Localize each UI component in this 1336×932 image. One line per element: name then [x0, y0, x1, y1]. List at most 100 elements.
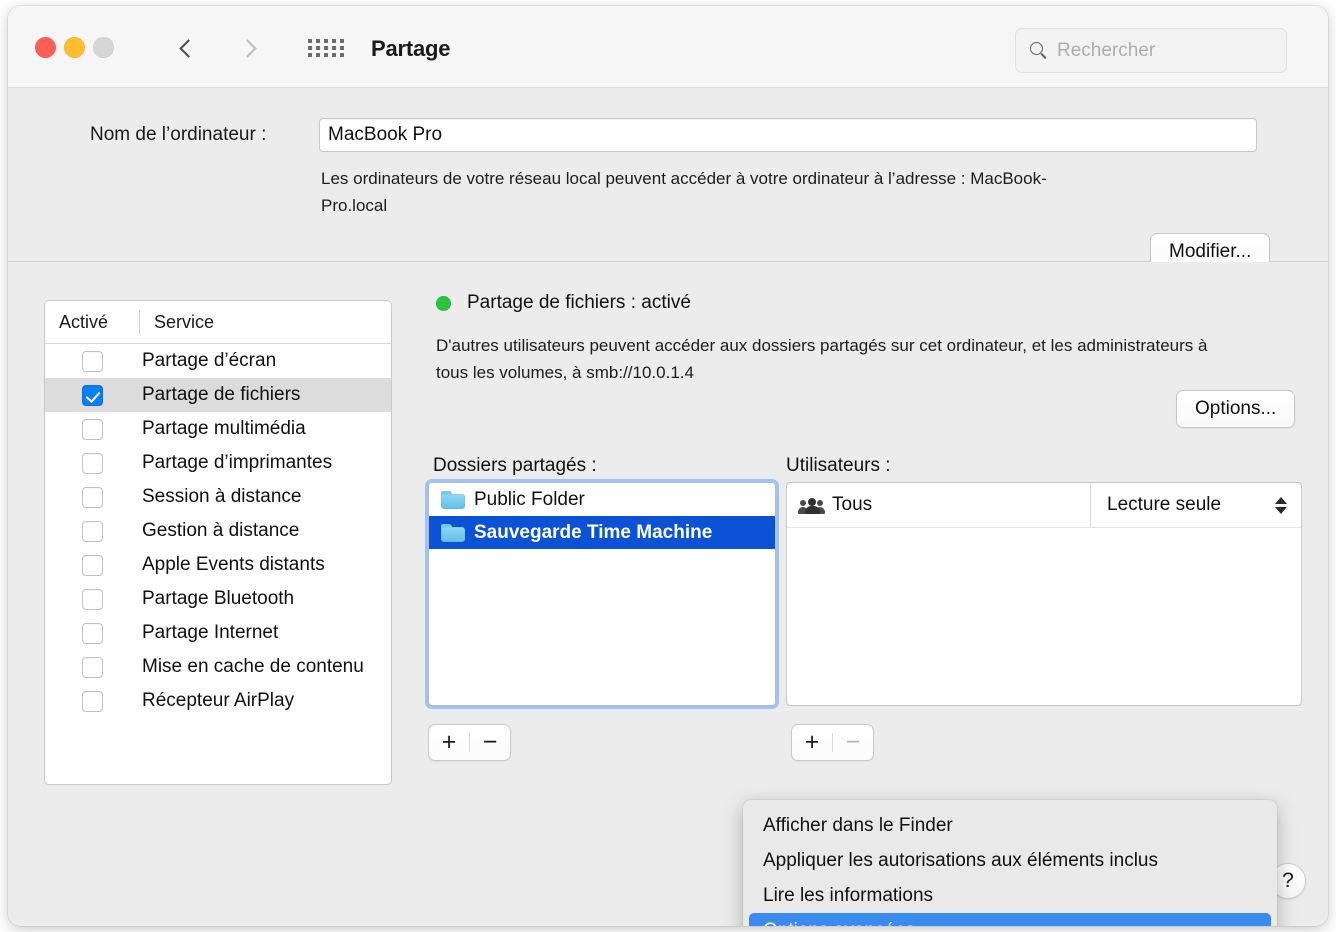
checkbox-icon[interactable] [81, 418, 103, 440]
service-row[interactable]: Partage Bluetooth [45, 582, 391, 616]
computer-name-label: Nom de l’ordinateur : [90, 124, 267, 145]
users-add-remove-group: + − [791, 724, 874, 761]
shared-folder-row[interactable]: Sauvegarde Time Machine [429, 516, 775, 549]
search-placeholder: Rechercher [1057, 39, 1156, 61]
minimize-button[interactable] [64, 37, 85, 58]
shared-folders-label: Dossiers partagés : [433, 455, 597, 476]
traffic-lights [35, 37, 114, 58]
service-name: Partage d’imprimantes [142, 452, 333, 473]
service-enabled-cell [45, 656, 139, 678]
service-description: D'autres utilisateurs peuvent accéder au… [436, 336, 1208, 382]
chevron-updown-icon [1275, 496, 1287, 514]
search-icon [1030, 42, 1047, 59]
user-permission-select[interactable]: Lecture seule [1091, 483, 1301, 527]
service-enabled-cell [45, 588, 139, 610]
service-name: Partage de fichiers [142, 384, 301, 405]
page-title: Partage [371, 36, 451, 61]
services-row-container: Partage d’écran Partage de fichiers Partag… [45, 344, 391, 718]
services-table: Activé Service Partage d’écran Partage de… [44, 300, 392, 785]
service-row[interactable]: Mise en cache de contenu [45, 650, 391, 684]
hostname-note: Les ordinateurs de votre réseau local pe… [321, 169, 1047, 215]
user-row-container: Tous Lecture seule [787, 483, 1301, 528]
options-button[interactable]: Options... [1176, 390, 1296, 428]
service-name: Session à distance [142, 486, 302, 507]
service-enabled-cell [45, 622, 139, 644]
computer-name-value: MacBook Pro [328, 124, 443, 145]
service-enabled-cell [45, 554, 139, 576]
service-name: Partage multimédia [142, 418, 306, 439]
service-row[interactable]: Gestion à distance [45, 514, 391, 548]
service-row[interactable]: Partage d’imprimantes [45, 446, 391, 480]
show-all-grid-icon[interactable] [307, 36, 345, 60]
service-name: Partage Bluetooth [142, 588, 295, 609]
checkbox-icon[interactable] [81, 350, 103, 372]
checkbox-icon[interactable] [81, 520, 103, 542]
back-button[interactable] [171, 28, 205, 68]
system-preferences-window: Partage Rechercher Nom de l’ordinateur :… [8, 6, 1328, 926]
checkbox-icon[interactable] [81, 656, 103, 678]
user-permission-value: Lecture seule [1107, 494, 1222, 515]
service-row[interactable]: Partage d’écran [45, 344, 391, 378]
status-badge: Partage de fichiers : activé [467, 292, 691, 313]
folders-add-remove-group: + − [428, 724, 511, 761]
user-name: Tous [832, 494, 873, 515]
search-field[interactable]: Rechercher [1015, 28, 1287, 73]
column-header-service: Service [154, 311, 215, 332]
user-name-cell: Tous [787, 483, 1091, 527]
service-row[interactable]: Récepteur AirPlay [45, 684, 391, 718]
context-menu: Afficher dans le Finder Appliquer les aut… [743, 800, 1277, 926]
sharing-main-area: Activé Service Partage d’écran Partage de… [8, 262, 1328, 926]
service-row[interactable]: Partage Internet [45, 616, 391, 650]
shared-folders-list[interactable]: Public Folder Sauvegarde Time Machine [425, 479, 779, 709]
context-menu-item[interactable]: Afficher dans le Finder [749, 808, 1271, 843]
user-row[interactable]: Tous Lecture seule [787, 483, 1301, 528]
service-row[interactable]: Apple Events distants [45, 548, 391, 582]
service-enabled-cell [45, 418, 139, 440]
folder-icon [441, 490, 465, 509]
service-row[interactable]: Partage multimédia [45, 412, 391, 446]
service-name: Récepteur AirPlay [142, 690, 295, 711]
service-row[interactable]: Partage de fichiers [45, 378, 391, 412]
service-enabled-cell [45, 520, 139, 542]
context-menu-item[interactable]: Lire les informations [749, 878, 1271, 913]
folder-row-container: Public Folder Sauvegarde Time Machine [429, 483, 775, 549]
checkbox-icon[interactable] [81, 452, 103, 474]
users-label: Utilisateurs : [786, 455, 891, 476]
service-name: Partage Internet [142, 622, 279, 643]
checkbox-icon[interactable] [81, 554, 103, 576]
checkbox-checked-icon[interactable] [81, 384, 103, 406]
add-user-button[interactable]: + [792, 725, 832, 760]
context-menu-items: Afficher dans le Finder Appliquer les aut… [749, 808, 1271, 926]
zoom-button[interactable] [93, 37, 114, 58]
users-list[interactable]: Tous Lecture seule [786, 482, 1302, 706]
service-enabled-cell [45, 350, 139, 372]
folder-icon [441, 523, 465, 542]
service-enabled-cell [45, 690, 139, 712]
add-folder-button[interactable]: + [429, 725, 469, 760]
service-name: Partage d’écran [142, 350, 277, 371]
forward-button[interactable] [230, 28, 264, 68]
chevron-left-icon [178, 38, 198, 58]
service-name: Mise en cache de contenu [142, 656, 364, 677]
context-menu-item[interactable]: Options avancées... [749, 913, 1271, 926]
service-status: Partage de fichiers : activé [436, 292, 691, 314]
shared-folder-row[interactable]: Public Folder [429, 483, 775, 516]
service-enabled-cell [45, 452, 139, 474]
shared-folder-name: Public Folder [474, 488, 585, 510]
service-enabled-cell [45, 486, 139, 508]
context-menu-item[interactable]: Appliquer les autorisations aux éléments… [749, 843, 1271, 878]
computer-name-input[interactable]: MacBook Pro [319, 118, 1257, 152]
checkbox-icon[interactable] [81, 690, 103, 712]
services-table-header: Activé Service [45, 301, 391, 344]
remove-folder-button[interactable]: − [470, 725, 510, 760]
window-titlebar: Partage Rechercher [8, 6, 1328, 88]
remove-user-button: − [845, 728, 861, 756]
close-button[interactable] [35, 37, 56, 58]
checkbox-icon[interactable] [81, 622, 103, 644]
service-enabled-cell [45, 384, 139, 406]
checkbox-icon[interactable] [81, 588, 103, 610]
column-header-enabled: Activé [59, 311, 109, 332]
service-name: Gestion à distance [142, 520, 300, 541]
service-row[interactable]: Session à distance [45, 480, 391, 514]
checkbox-icon[interactable] [81, 486, 103, 508]
